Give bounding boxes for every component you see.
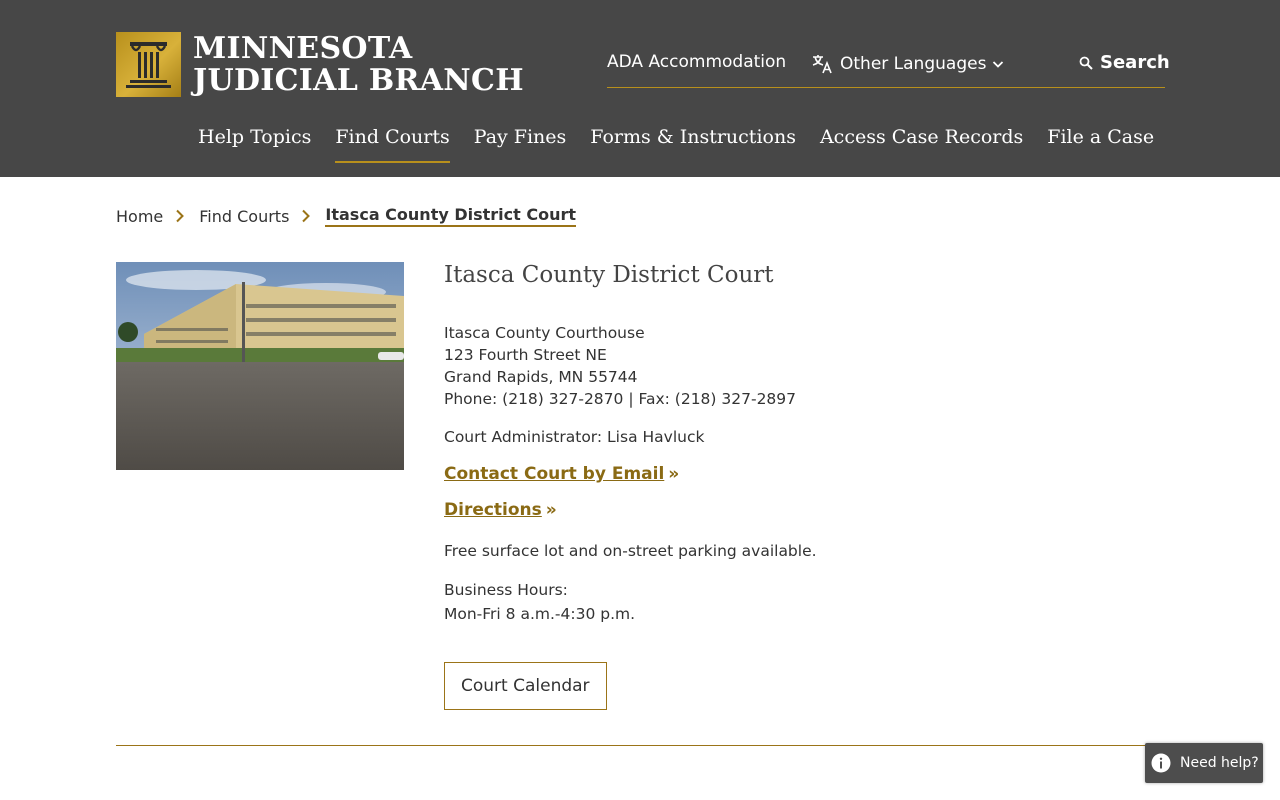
- logo-line-1: MINNESOTA: [193, 30, 413, 66]
- directions-link-label: Directions: [444, 500, 542, 520]
- main-nav: Help Topics Find Courts Pay Fines Forms …: [198, 126, 1178, 163]
- chevron-right-icon: [302, 209, 311, 223]
- address-line-2: 123 Fourth Street NE: [444, 346, 607, 364]
- chevron-right-icon: [176, 209, 185, 223]
- breadcrumb-find-courts[interactable]: Find Courts: [199, 207, 289, 226]
- address-line-3: Grand Rapids, MN 55744: [444, 368, 638, 386]
- contact-link-arrow: »: [668, 464, 680, 484]
- chevron-down-icon: [993, 61, 1004, 68]
- need-help-button[interactable]: Need help?: [1145, 743, 1263, 783]
- directions-link-arrow: »: [545, 500, 557, 520]
- site-logo[interactable]: MINNESOTA JUDICIAL BRANCH: [116, 32, 524, 97]
- pillar-logo-icon: [116, 32, 181, 97]
- logo-line-2: JUDICIAL BRANCH: [193, 62, 524, 98]
- breadcrumb-current: Itasca County District Court: [325, 205, 577, 227]
- parking-info: Free surface lot and on-street parking a…: [444, 542, 817, 560]
- nav-help-topics[interactable]: Help Topics: [198, 126, 311, 163]
- court-details: Itasca County District Court Itasca Coun…: [444, 262, 1164, 710]
- nav-forms-instructions[interactable]: Forms & Instructions: [590, 126, 796, 163]
- other-languages-dropdown[interactable]: Other Languages: [810, 52, 1004, 76]
- hours-label: Business Hours:: [444, 581, 568, 599]
- site-header: MINNESOTA JUDICIAL BRANCH ADA Accommodat…: [0, 0, 1280, 177]
- court-address: Itasca County Courthouse 123 Fourth Stre…: [444, 322, 1164, 410]
- info-icon: [1151, 753, 1171, 773]
- nav-find-courts[interactable]: Find Courts: [335, 126, 451, 163]
- breadcrumb-home[interactable]: Home: [116, 207, 163, 226]
- nav-pay-fines[interactable]: Pay Fines: [474, 126, 567, 163]
- court-administrator: Court Administrator: Lisa Havluck: [444, 428, 705, 446]
- utility-bar: ADA Accommodation Other Languages Search: [607, 48, 1170, 88]
- translate-icon: [812, 55, 832, 74]
- ada-accommodation-link[interactable]: ADA Accommodation: [607, 52, 786, 72]
- address-line-1: Itasca County Courthouse: [444, 324, 645, 342]
- search-label: Search: [1100, 52, 1170, 73]
- contact-court-email-link[interactable]: Contact Court by Email»: [444, 464, 1164, 484]
- contact-link-label: Contact Court by Email: [444, 464, 665, 484]
- directions-link[interactable]: Directions»: [444, 500, 1164, 520]
- breadcrumb: Home Find Courts Itasca County District …: [116, 205, 577, 227]
- nav-file-a-case[interactable]: File a Case: [1047, 126, 1154, 163]
- other-languages-label: Other Languages: [840, 54, 987, 74]
- page-title: Itasca County District Court: [444, 262, 774, 288]
- site-logo-text: MINNESOTA JUDICIAL BRANCH: [193, 30, 524, 98]
- courthouse-photo: [116, 262, 404, 470]
- business-hours: Business Hours: Mon-Fri 8 a.m.-4:30 p.m.: [444, 578, 1164, 626]
- court-calendar-button[interactable]: Court Calendar: [444, 662, 607, 710]
- content-divider: [116, 745, 1164, 746]
- phone-fax: Phone: (218) 327-2870 | Fax: (218) 327-2…: [444, 390, 797, 408]
- hours-value: Mon-Fri 8 a.m.-4:30 p.m.: [444, 605, 636, 623]
- search-button[interactable]: Search: [1079, 52, 1170, 73]
- search-icon: [1079, 56, 1093, 70]
- nav-access-case-records[interactable]: Access Case Records: [820, 126, 1023, 163]
- need-help-label: Need help?: [1180, 755, 1259, 771]
